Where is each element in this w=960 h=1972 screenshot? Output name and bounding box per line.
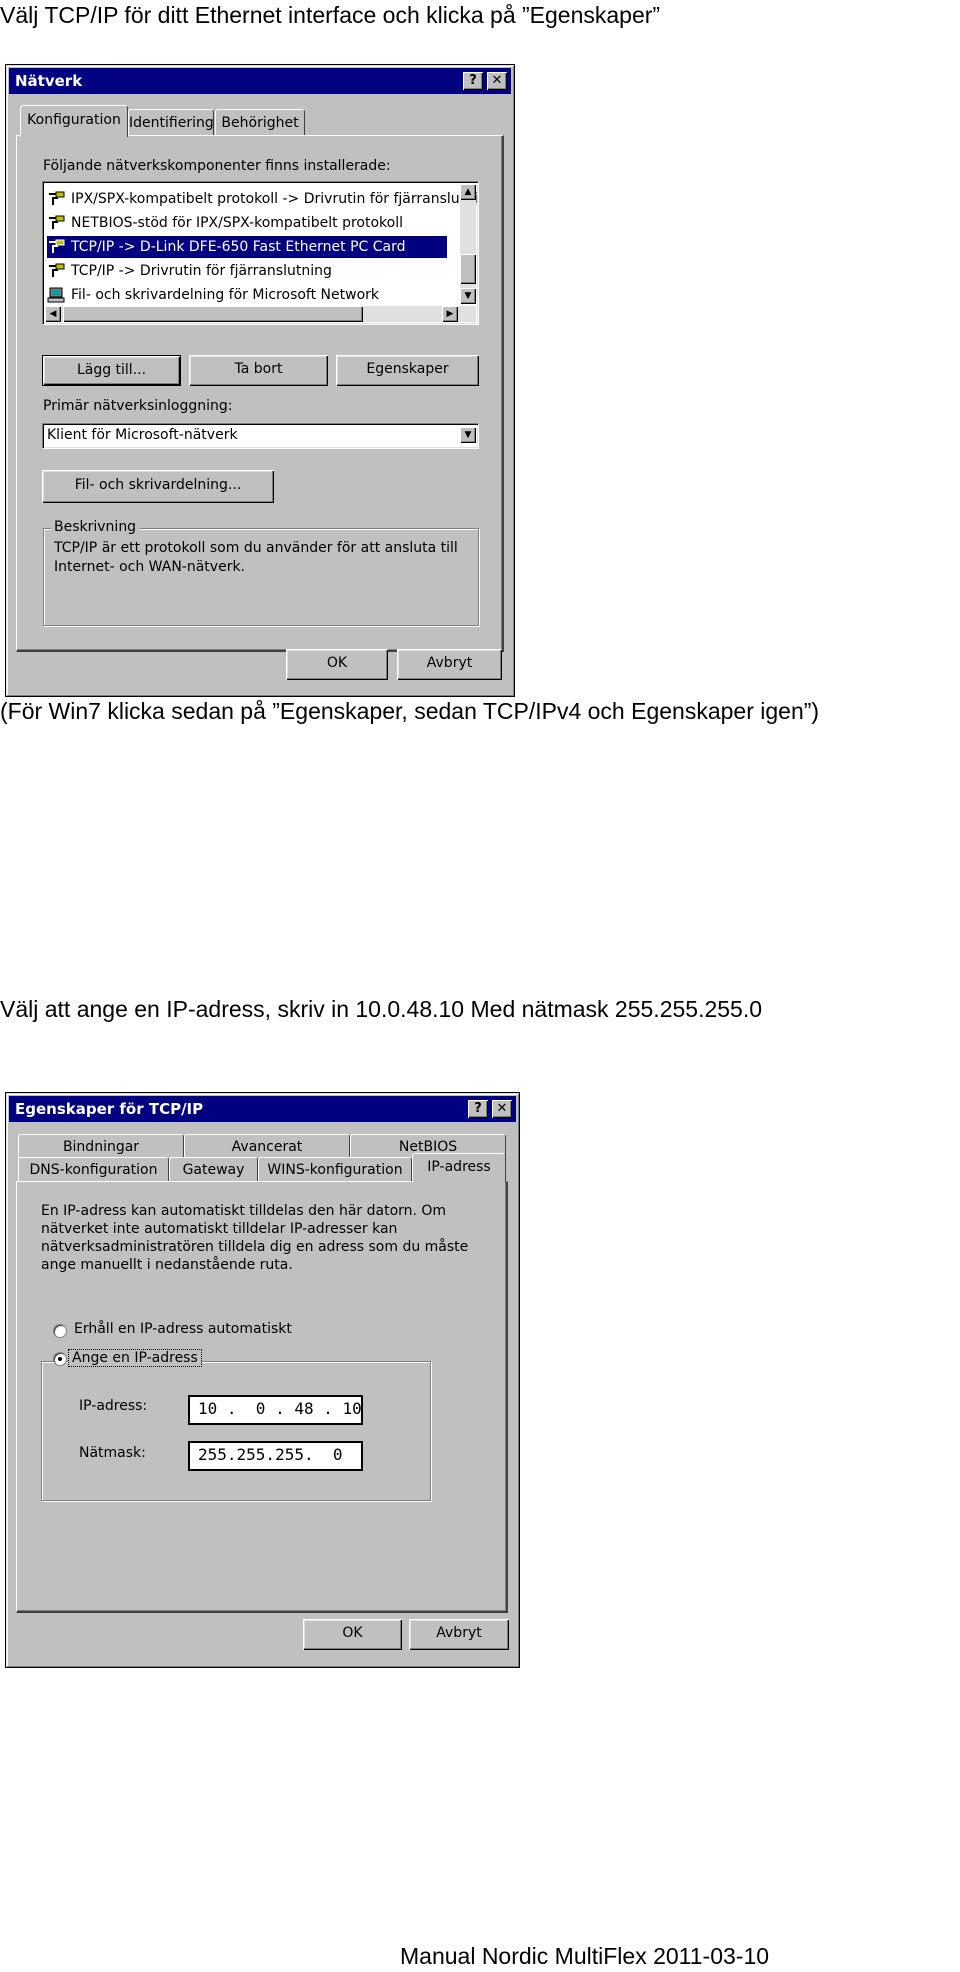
- tcpip-dialog: Egenskaper för TCP/IP ? ✕ Bindningar Ava…: [5, 1092, 520, 1668]
- page-footer: Manual Nordic MultiFlex 2011-03-10: [400, 1943, 770, 1969]
- network-dialog-title: Nätverk: [15, 72, 83, 90]
- scroll-up-icon[interactable]: ▲: [460, 184, 476, 200]
- remove-button[interactable]: Ta bort: [189, 355, 328, 386]
- tab-gateway[interactable]: Gateway: [169, 1157, 258, 1181]
- list-item-label: TCP/IP -> D-Link DFE-650 Fast Ethernet P…: [71, 239, 406, 255]
- info-line2: nätverket inte automatiskt tilldelar IP-…: [41, 1221, 398, 1237]
- scroll-right-icon[interactable]: ▶: [442, 306, 458, 322]
- description-line2: Internet- och WAN-nätverk.: [54, 559, 246, 575]
- network-dialog: Nätverk ? ✕ Konfiguration Identifiering …: [5, 64, 515, 697]
- computer-icon: [47, 287, 67, 303]
- list-item[interactable]: NETBIOS-stöd för IPX/SPX-kompatibelt pro…: [47, 212, 447, 234]
- tab-ip-adress[interactable]: IP-adress: [412, 1153, 506, 1183]
- tab-wins-konfiguration[interactable]: WINS-konfiguration: [258, 1157, 412, 1181]
- chevron-down-icon[interactable]: ▼: [460, 427, 476, 443]
- tab-behorighet[interactable]: Behörighet: [215, 109, 305, 135]
- list-item[interactable]: Fil- och skrivardelning för Microsoft Ne…: [47, 284, 447, 306]
- subnet-mask-label: Nätmask:: [79, 1445, 146, 1461]
- scroll-left-icon[interactable]: ◀: [45, 306, 61, 322]
- components-list[interactable]: IPX/SPX-kompatibelt protokoll -> Drivrut…: [42, 181, 479, 325]
- cancel-button[interactable]: Avbryt: [409, 1619, 509, 1650]
- cancel-button[interactable]: Avbryt: [397, 649, 502, 680]
- instruction-step2: Välj att ange en IP-adress, skriv in 10.…: [0, 996, 763, 1022]
- radio-manual-ip-label[interactable]: Ange en IP-adress: [68, 1349, 202, 1367]
- scroll-down-icon[interactable]: ▼: [460, 288, 476, 304]
- close-button[interactable]: ✕: [492, 1100, 512, 1118]
- components-label: Följande nätverkskomponenter finns insta…: [43, 158, 391, 174]
- tab-dns-konfiguration[interactable]: DNS-konfiguration: [18, 1157, 169, 1181]
- primary-logon-label: Primär nätverksinloggning:: [43, 398, 233, 414]
- info-line1: En IP-adress kan automatiskt tilldelas d…: [41, 1203, 447, 1219]
- list-item[interactable]: TCP/IP -> Drivrutin för fjärranslutning: [47, 260, 447, 282]
- protocol-icon: [47, 215, 67, 231]
- vertical-scrollbar[interactable]: ▲ ▼: [460, 184, 476, 304]
- tcpip-dialog-titlebar: Egenskaper för TCP/IP ? ✕: [9, 1096, 516, 1122]
- list-item-label: NETBIOS-stöd för IPX/SPX-kompatibelt pro…: [71, 215, 403, 231]
- list-item-label: IPX/SPX-kompatibelt protokoll -> Drivrut…: [71, 191, 479, 207]
- tab-identifiering[interactable]: Identifiering: [128, 109, 214, 135]
- radio-manual-ip[interactable]: [53, 1352, 67, 1366]
- tab-bindningar[interactable]: Bindningar: [18, 1134, 184, 1158]
- protocol-icon: [47, 191, 67, 207]
- ok-button[interactable]: OK: [286, 649, 388, 680]
- close-button[interactable]: ✕: [487, 72, 507, 90]
- tcpip-dialog-title: Egenskaper för TCP/IP: [15, 1100, 204, 1118]
- manual-ip-groupbox: [41, 1361, 431, 1501]
- help-button[interactable]: ?: [468, 1100, 488, 1118]
- file-sharing-button[interactable]: Fil- och skrivardelning...: [42, 470, 274, 503]
- radio-auto-ip[interactable]: [53, 1324, 67, 1338]
- scroll-thumb[interactable]: [460, 254, 476, 284]
- tab-konfiguration[interactable]: Konfiguration: [20, 105, 128, 137]
- description-title: Beskrivning: [51, 519, 140, 535]
- list-item-label: Fil- och skrivardelning för Microsoft Ne…: [71, 287, 379, 303]
- tab-avancerat[interactable]: Avancerat: [184, 1134, 350, 1158]
- list-item[interactable]: IPX/SPX-kompatibelt protokoll -> Drivrut…: [47, 188, 478, 210]
- ip-address-field[interactable]: 10 . 0 . 48 . 10: [188, 1395, 363, 1425]
- radio-auto-ip-label[interactable]: Erhåll en IP-adress automatiskt: [74, 1321, 292, 1337]
- ok-button[interactable]: OK: [303, 1619, 402, 1650]
- properties-button[interactable]: Egenskaper: [336, 355, 479, 386]
- subnet-mask-field[interactable]: 255.255.255. 0: [188, 1441, 363, 1471]
- primary-logon-select[interactable]: Klient för Microsoft-nätverk ▼: [42, 423, 479, 449]
- protocol-icon: [47, 263, 67, 279]
- network-dialog-titlebar: Nätverk ? ✕: [9, 68, 511, 94]
- primary-logon-value: Klient för Microsoft-nätverk: [47, 427, 238, 443]
- win7-note: (För Win7 klicka sedan på ”Egenskaper, s…: [0, 698, 820, 724]
- instruction-step1: Välj TCP/IP för ditt Ethernet interface …: [0, 2, 661, 28]
- description-line1: TCP/IP är ett protokoll som du använder …: [54, 540, 458, 556]
- add-button[interactable]: Lägg till...: [42, 355, 181, 386]
- horizontal-scrollbar[interactable]: ◀ ▶: [45, 306, 476, 322]
- scroll-thumb-horizontal[interactable]: [63, 306, 363, 322]
- ip-address-label: IP-adress:: [79, 1398, 148, 1414]
- list-item-label: TCP/IP -> Drivrutin för fjärranslutning: [71, 263, 332, 279]
- info-line4: ange manuellt i nedanstående ruta.: [41, 1257, 293, 1273]
- help-button[interactable]: ?: [463, 72, 483, 90]
- protocol-icon: [47, 239, 67, 255]
- info-line3: nätverksadministratören tilldela dig en …: [41, 1239, 469, 1255]
- list-item-selected[interactable]: TCP/IP -> D-Link DFE-650 Fast Ethernet P…: [47, 236, 447, 258]
